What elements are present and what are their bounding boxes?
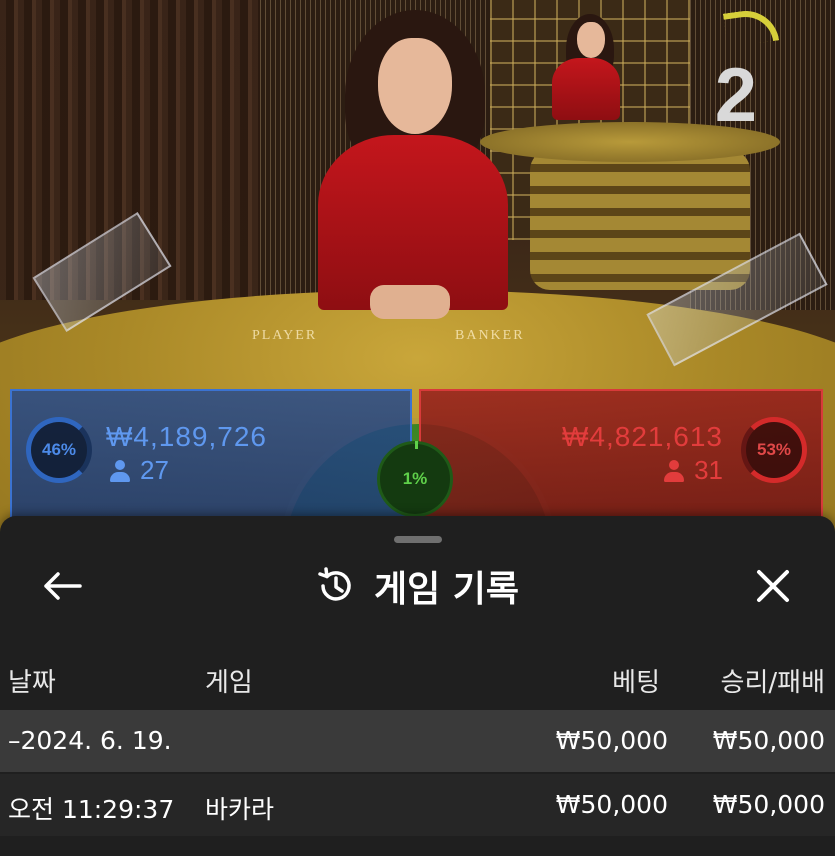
column-header-date: 날짜 (8, 668, 56, 698)
close-icon (757, 570, 789, 602)
column-header-bet: 베팅 (612, 668, 660, 698)
close-button[interactable] (751, 564, 795, 608)
row-win-loss: ₩50,000 (712, 790, 825, 819)
row-game: 바카라 (205, 795, 275, 824)
date-group-date: –2024. 6. 19. (8, 726, 172, 755)
player-total-amount: ₩4,189,726 (106, 421, 267, 452)
banker-percent: 53% (741, 417, 807, 483)
row-bet: ₩50,000 (555, 790, 668, 819)
banker-bettor-count-value: 31 (694, 455, 723, 485)
player-bettor-count-value: 27 (140, 455, 169, 485)
column-header-game: 게임 (205, 668, 253, 698)
table-row[interactable]: 오전 11:29:37 바카라 ₩50,000 ₩50,000 (0, 774, 835, 836)
background-table-base (530, 150, 750, 290)
column-header-win-loss: 승리/패배 (720, 668, 825, 698)
date-group-win-loss: ₩50,000 (712, 726, 825, 755)
player-bettor-count: 27 (110, 455, 169, 486)
banker-total-amount: ₩4,821,613 (562, 421, 723, 452)
drag-handle[interactable] (394, 536, 442, 543)
tie-percent: 1% (377, 441, 453, 517)
date-group-bet: ₩50,000 (555, 726, 668, 755)
banker-bettor-count: 31 (664, 455, 723, 486)
banker-table-label: BANKER (455, 328, 525, 343)
game-history-sheet: 게임 기록 날짜 게임 베팅 승리/패배 –2024. 6. 19. ₩50,0… (0, 516, 835, 856)
person-icon (664, 459, 685, 482)
sheet-title-text: 게임 기록 (373, 569, 519, 610)
sheet-title: 게임 기록 (0, 562, 835, 610)
row-time: 오전 11:29:37 (8, 795, 175, 824)
history-icon (318, 567, 351, 601)
round-number: 2 (714, 53, 757, 138)
date-group-row[interactable]: –2024. 6. 19. ₩50,000 ₩50,000 (0, 710, 835, 772)
person-icon (110, 459, 130, 482)
player-percent: 46% (26, 417, 92, 483)
player-table-label: PLAYER (252, 328, 318, 343)
